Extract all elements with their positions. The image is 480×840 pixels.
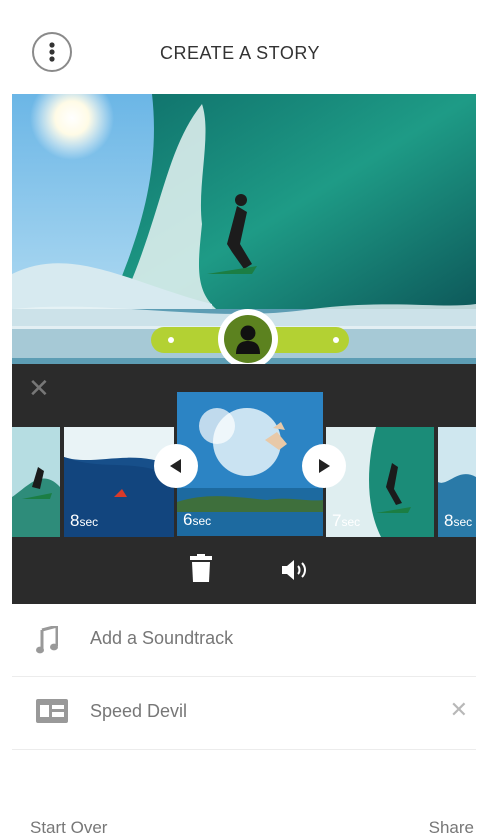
- clip-thumbnail-4[interactable]: 7sec: [326, 427, 434, 537]
- clip-thumbnail-1[interactable]: [12, 427, 60, 537]
- add-soundtrack-row[interactable]: Add a Soundtrack: [12, 604, 476, 677]
- trim-end-dot[interactable]: [333, 337, 339, 343]
- clip-duration-unit: sec: [79, 515, 99, 529]
- move-clip-right-button[interactable]: [302, 444, 346, 488]
- clip-audio-button[interactable]: [282, 560, 312, 585]
- clip-duration-unit: sec: [341, 515, 361, 529]
- theme-icon: [36, 699, 68, 728]
- add-soundtrack-label: Add a Soundtrack: [90, 628, 234, 648]
- focus-person-button[interactable]: [218, 309, 278, 369]
- theme-row[interactable]: Speed Devil ✕: [12, 677, 476, 750]
- clip-duration-unit: sec: [192, 514, 212, 528]
- person-icon: [236, 325, 260, 354]
- theme-label: Speed Devil: [90, 701, 188, 721]
- close-icon[interactable]: ✕: [28, 374, 50, 404]
- move-clip-left-button[interactable]: [154, 444, 198, 488]
- remove-theme-icon[interactable]: ✕: [450, 698, 468, 723]
- volume-icon: [282, 560, 306, 580]
- trim-start-dot[interactable]: [168, 337, 174, 343]
- start-over-button[interactable]: Start Over: [30, 818, 107, 838]
- clip-editor: ✕ 8sec 7sec 8sec 6sec: [12, 364, 476, 604]
- share-button[interactable]: Share: [429, 818, 474, 838]
- top-bar: CREATE A STORY: [0, 0, 480, 94]
- caret-left-icon: [170, 459, 181, 473]
- page-title: CREATE A STORY: [159, 43, 321, 63]
- clip-thumbnail-5[interactable]: 8sec: [438, 427, 476, 537]
- trash-icon: [190, 554, 212, 582]
- music-note-icon: [36, 624, 59, 659]
- clip-duration-unit: sec: [453, 515, 473, 529]
- clip-thumbnail-2[interactable]: 8sec: [64, 427, 174, 537]
- delete-clip-button[interactable]: [190, 554, 212, 587]
- caret-right-icon: [319, 459, 330, 473]
